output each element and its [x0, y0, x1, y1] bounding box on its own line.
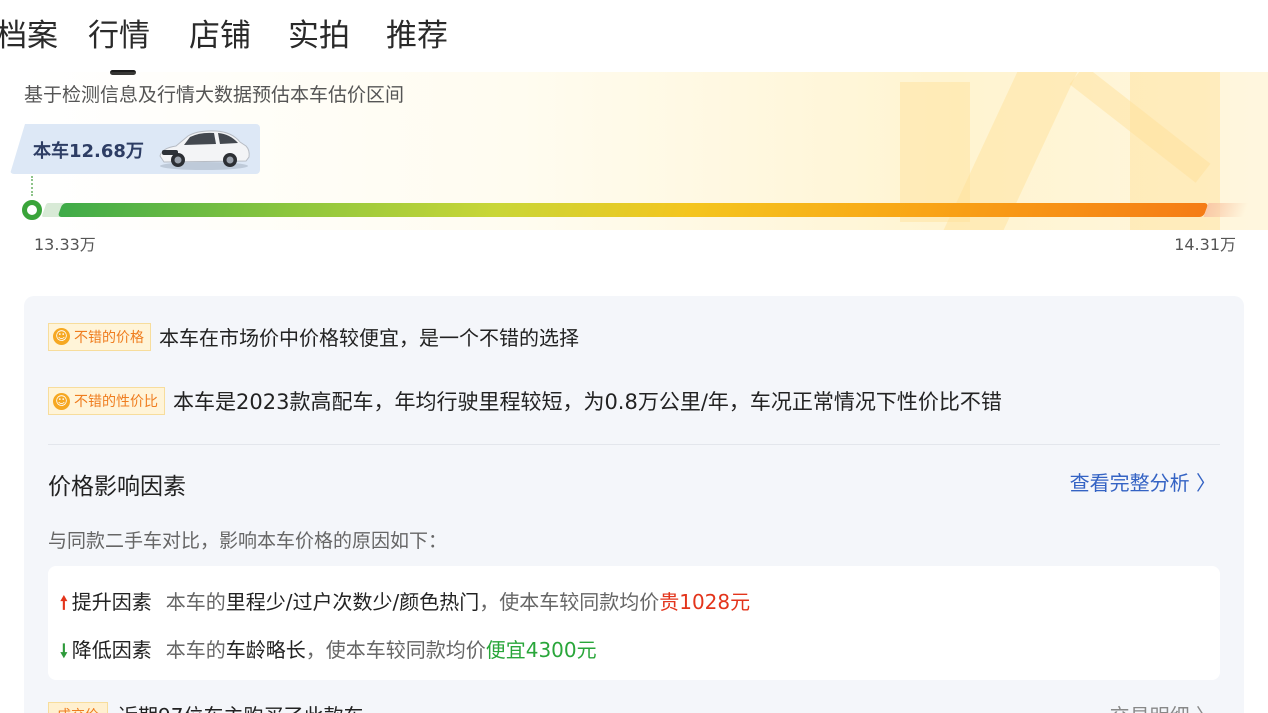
badge-label: 不错的价格 [74, 329, 144, 346]
divider [48, 444, 1220, 445]
tab-bar: 档案 行情 店铺 实拍 推荐 [0, 14, 1268, 75]
arrow-down-icon: 🠗 [60, 641, 68, 662]
smile-icon: ☺ [53, 328, 70, 345]
factor-row-decrease: 🠗 降低因素 本车的 车龄略长 ，使本车较同款均价 便宜4300元 [60, 634, 597, 669]
tag-description: 本车在市场价中价格较便宜，是一个不错的选择 [159, 326, 579, 350]
factor-prefix: 本车的 [165, 590, 226, 614]
factor-suffix: ，使本车较同款均价 [305, 638, 486, 662]
badge-label: 不错的性价比 [74, 394, 158, 410]
page: 档案 行情 店铺 实拍 推荐 基于检测信息及行情大数据预估本车估价区间 本车12… [0, 0, 1268, 713]
smile-icon: ☺ [53, 392, 70, 410]
price-pointer-line [31, 176, 33, 196]
estimate-description: 基于检测信息及行情大数据预估本车估价区间 [24, 84, 405, 106]
view-full-analysis-link[interactable]: 查看完整分析 〉 [1070, 467, 1216, 496]
range-min-value: 13.33万 [34, 235, 96, 254]
this-car-price: 本车12.68万 [33, 141, 144, 162]
this-car-marker [22, 200, 42, 220]
factor-label: 降低因素 [71, 638, 152, 662]
deal-text: 近期97位车主购买了此款车 [118, 700, 363, 713]
factor-prefix: 本车的 [165, 638, 226, 662]
range-bar-high-segment [1203, 203, 1249, 217]
tag-row-good-value: ☺ 不错的性价比 本车是2023款高配车，年均行驶里程较短，为0.8万公里/年，… [48, 386, 1002, 416]
car-image [159, 130, 250, 170]
arrow-up-icon: 🠕 [60, 593, 68, 614]
tag-row-good-price: ☺ 不错的价格 本车在市场价中价格较便宜，是一个不错的选择 [48, 322, 579, 351]
range-max-value: 14.31万 [1174, 235, 1236, 254]
factor-effect: 便宜4300元 [485, 638, 597, 662]
price-range-bar [57, 203, 1209, 217]
deal-row: 成交价 近期97位车主购买了此款车 [48, 700, 363, 713]
good-value-badge: ☺ 不错的性价比 [48, 387, 165, 415]
price-factors-subtitle: 与同款二手车对比，影响本车价格的原因如下： [48, 530, 448, 552]
factor-suffix: ，使本车较同款均价 [479, 590, 660, 614]
tab-archive[interactable]: 档案 [0, 14, 58, 58]
deal-price-badge: 成交价 [48, 701, 108, 713]
deal-details-link[interactable]: 交易明细 〉 [1110, 700, 1216, 713]
factor-label: 提升因素 [71, 590, 152, 614]
factor-detail: 车龄略长 [225, 638, 306, 662]
factor-detail: 里程少/过户次数少/颜色热门 [225, 590, 480, 614]
tab-store[interactable]: 店铺 [189, 14, 251, 58]
factor-row-increase: 🠕 提升因素 本车的 里程少/过户次数少/颜色热门 ，使本车较同款均价 贵102… [60, 586, 750, 621]
tab-market[interactable]: 行情 [88, 14, 150, 58]
tab-photos[interactable]: 实拍 [288, 14, 350, 58]
factor-effect: 贵1028元 [659, 590, 751, 614]
price-factors-title: 价格影响因素 [48, 474, 186, 500]
tab-recommend[interactable]: 推荐 [386, 14, 448, 58]
good-price-badge: ☺ 不错的价格 [48, 322, 151, 351]
tag-description: 本车是2023款高配车，年均行驶里程较短，为0.8万公里/年，车况正常情况下性价… [173, 390, 1002, 414]
